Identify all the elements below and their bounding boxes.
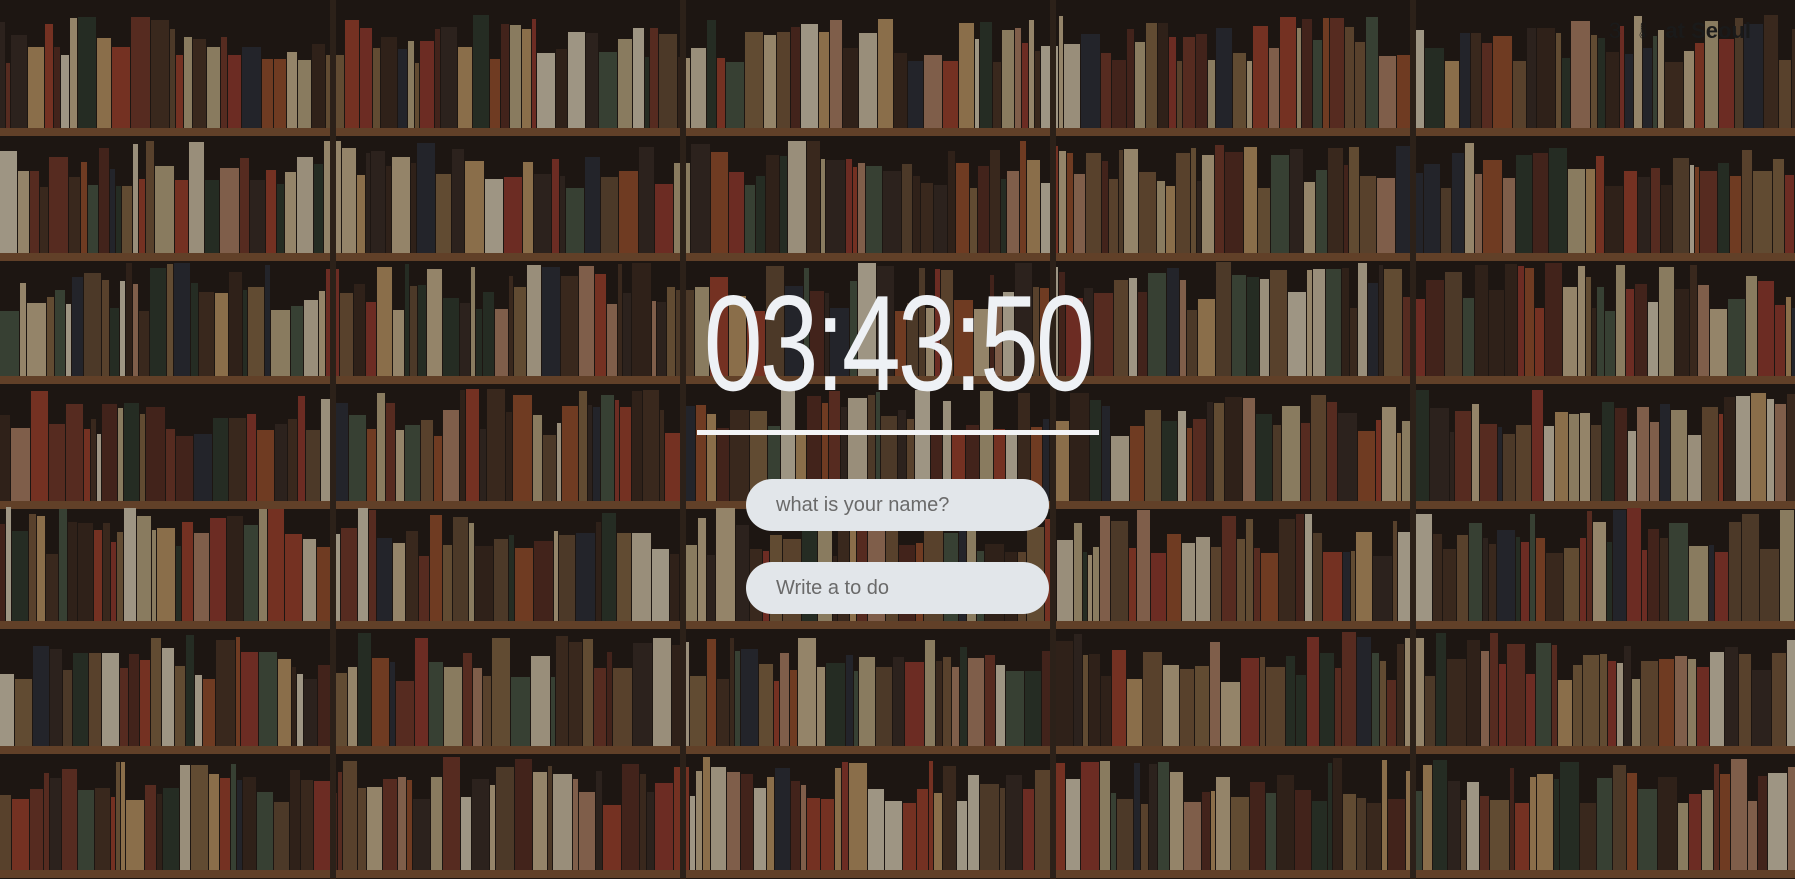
app-screen: 3 🌡 at Seoul 03:43:50 bbox=[0, 0, 1795, 879]
weather-temperature: 3 bbox=[1608, 18, 1622, 43]
clock-display: 03:43:50 bbox=[703, 267, 1095, 419]
background-overlay bbox=[0, 0, 1795, 879]
clock-underline-divider bbox=[696, 430, 1099, 435]
thermometer-icon: 🌡 bbox=[1633, 23, 1654, 40]
clock-section: 03:43:50 bbox=[0, 268, 1795, 435]
weather-location: at Seoul bbox=[1665, 18, 1751, 43]
weather-widget: 3 🌡 at Seoul bbox=[1609, 18, 1751, 44]
todo-input[interactable] bbox=[746, 562, 1049, 614]
name-input[interactable] bbox=[746, 479, 1049, 531]
